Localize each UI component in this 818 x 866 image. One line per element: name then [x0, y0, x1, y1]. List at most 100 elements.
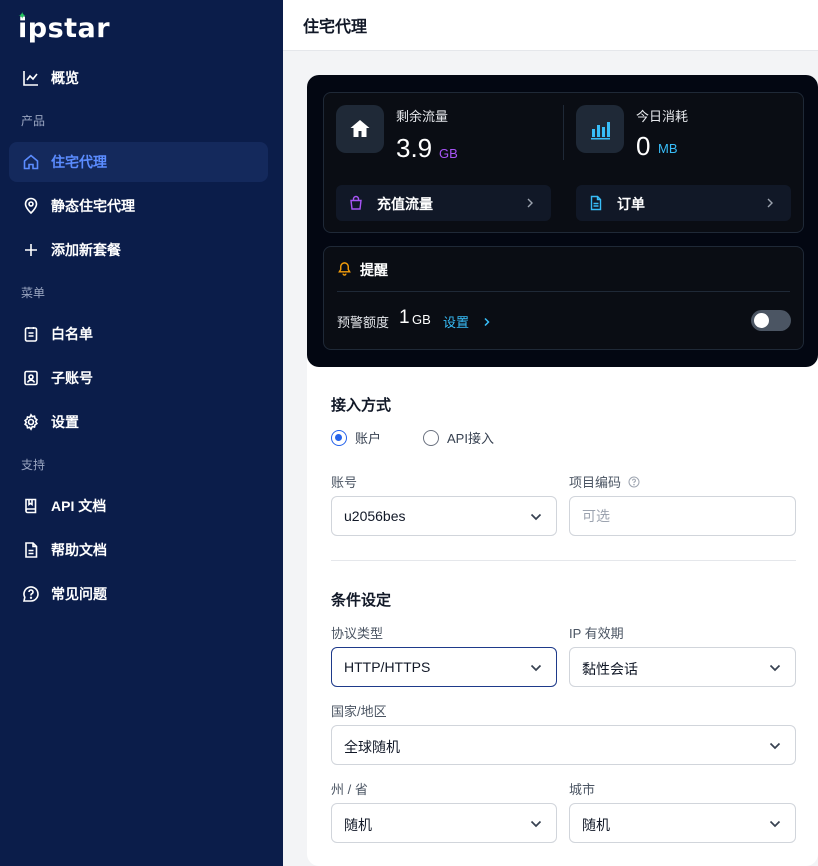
orders-label: 订单: [617, 196, 645, 212]
sidebar-item-label: 子账号: [51, 370, 93, 386]
sidebar-item-whitelist[interactable]: 白名单: [9, 314, 268, 354]
help-circle-icon[interactable]: [628, 476, 640, 488]
ip-validity-select-value: 黏性会话: [582, 661, 638, 677]
sidebar-item-static-residential[interactable]: 静态住宅代理: [9, 186, 268, 226]
brand-name: ipstar: [18, 12, 111, 44]
stats-divider: [563, 105, 564, 160]
sidebar-item-residential-proxy[interactable]: 住宅代理: [9, 142, 268, 182]
access-method-title: 接入方式: [331, 397, 392, 414]
today-usage-unit: MB: [658, 141, 678, 156]
ip-validity-label: IP 有效期: [569, 626, 624, 641]
city-label: 城市: [569, 782, 596, 797]
city-select[interactable]: 随机: [569, 803, 796, 843]
nav-group-menu: 菜单: [21, 286, 46, 300]
document-icon: [590, 195, 602, 211]
ip-validity-select[interactable]: 黏性会话: [569, 647, 796, 687]
country-label: 国家/地区: [331, 704, 387, 719]
sidebar-item-add-plan[interactable]: 添加新套餐: [9, 230, 268, 270]
spark-icon: ✦: [18, 11, 27, 22]
set-warning-link[interactable]: 设置: [443, 312, 493, 331]
warning-quota-value: 1: [399, 307, 410, 328]
orders-button[interactable]: 订单: [576, 185, 791, 221]
chevron-down-icon: [530, 513, 542, 521]
plus-icon: [21, 240, 41, 260]
warning-toggle[interactable]: [751, 310, 791, 331]
account-select[interactable]: u2056bes: [331, 496, 557, 536]
set-warning-label: 设置: [443, 315, 470, 330]
section-divider: [331, 560, 796, 561]
radio-account-label: 账户: [355, 431, 382, 446]
document-icon: [21, 540, 41, 560]
sidebar-item-help-docs[interactable]: 帮助文档: [9, 530, 268, 570]
sidebar-item-overview[interactable]: 概览: [9, 58, 268, 98]
sidebar-item-settings[interactable]: 设置: [9, 402, 268, 442]
state-select[interactable]: 随机: [331, 803, 557, 843]
project-code-label: 项目编码: [569, 472, 640, 491]
nav-group-support: 支持: [21, 458, 46, 472]
state-label: 州 / 省: [331, 782, 368, 797]
alert-title: 提醒: [360, 262, 388, 278]
brand-logo[interactable]: ✦ ipstar: [18, 8, 110, 48]
warning-quota-unit: GB: [412, 312, 431, 327]
alert-box: [323, 246, 804, 350]
sidebar-item-label: 添加新套餐: [51, 242, 121, 258]
home-icon: [21, 152, 41, 172]
bar-chart-icon: [576, 105, 624, 153]
sidebar-item-label: API 文档: [51, 498, 107, 514]
protocol-select[interactable]: HTTP/HTTPS: [331, 647, 557, 687]
radio-api[interactable]: API接入: [423, 428, 494, 447]
bell-icon: [338, 262, 351, 276]
chevron-down-icon: [530, 664, 542, 672]
project-code-label-text: 项目编码: [569, 475, 622, 490]
chevron-right-icon: [484, 317, 490, 327]
user-badge-icon: [21, 368, 41, 388]
toggle-knob: [754, 313, 769, 328]
sidebar-item-api-docs[interactable]: API 文档: [9, 486, 268, 526]
chevron-right-icon: [767, 198, 773, 208]
project-code-input[interactable]: [569, 496, 796, 536]
protocol-select-value: HTTP/HTTPS: [344, 659, 431, 675]
remaining-traffic-label: 剩余流量: [396, 109, 449, 124]
radio-circle: [423, 429, 439, 446]
radio-circle: [331, 429, 347, 446]
protocol-label: 协议类型: [331, 626, 384, 641]
remaining-traffic-value: 3.9: [396, 133, 433, 163]
question-icon: [21, 584, 41, 604]
chevron-down-icon: [530, 820, 542, 828]
warning-quota-label: 预警额度: [337, 315, 390, 330]
account-select-value: u2056bes: [344, 508, 406, 524]
chevron-down-icon: [769, 742, 781, 750]
sidebar-item-label: 常见问题: [51, 586, 107, 602]
alert-divider: [337, 291, 790, 292]
radio-account[interactable]: 账户: [331, 428, 381, 447]
sidebar-item-label: 白名单: [51, 326, 93, 342]
today-usage-label: 今日消耗: [636, 109, 689, 124]
sidebar-item-label: 帮助文档: [51, 542, 107, 558]
top-header: 住宅代理: [283, 0, 818, 51]
gear-icon: [21, 412, 41, 432]
state-select-value: 随机: [344, 817, 372, 833]
account-label: 账号: [331, 475, 358, 490]
chevron-down-icon: [769, 820, 781, 828]
radio-api-label: API接入: [447, 431, 494, 446]
country-select[interactable]: 全球随机: [331, 725, 796, 765]
sidebar: ✦ ipstar 概览 产品 住宅代理 静态住宅代理 添加新套餐 菜单 白名单: [0, 0, 283, 866]
sidebar-item-label: 静态住宅代理: [51, 198, 135, 214]
sidebar-item-sub-accounts[interactable]: 子账号: [9, 358, 268, 398]
chart-line-icon: [21, 68, 41, 88]
sidebar-item-faq[interactable]: 常见问题: [9, 574, 268, 614]
sidebar-item-label: 设置: [51, 414, 79, 430]
city-select-value: 随机: [582, 817, 610, 833]
clipboard-icon: [21, 324, 41, 344]
shopping-bag-icon: [350, 195, 362, 210]
chevron-right-icon: [527, 198, 533, 208]
sidebar-item-label: 概览: [51, 70, 79, 86]
nav-group-products: 产品: [21, 114, 46, 128]
home-icon: [336, 105, 384, 153]
page-title: 住宅代理: [303, 19, 368, 36]
sidebar-item-label: 住宅代理: [51, 154, 107, 170]
conditions-title: 条件设定: [331, 592, 392, 609]
book-icon: [21, 496, 41, 516]
map-pin-icon: [21, 196, 41, 216]
recharge-traffic-button[interactable]: 充值流量: [336, 185, 551, 221]
